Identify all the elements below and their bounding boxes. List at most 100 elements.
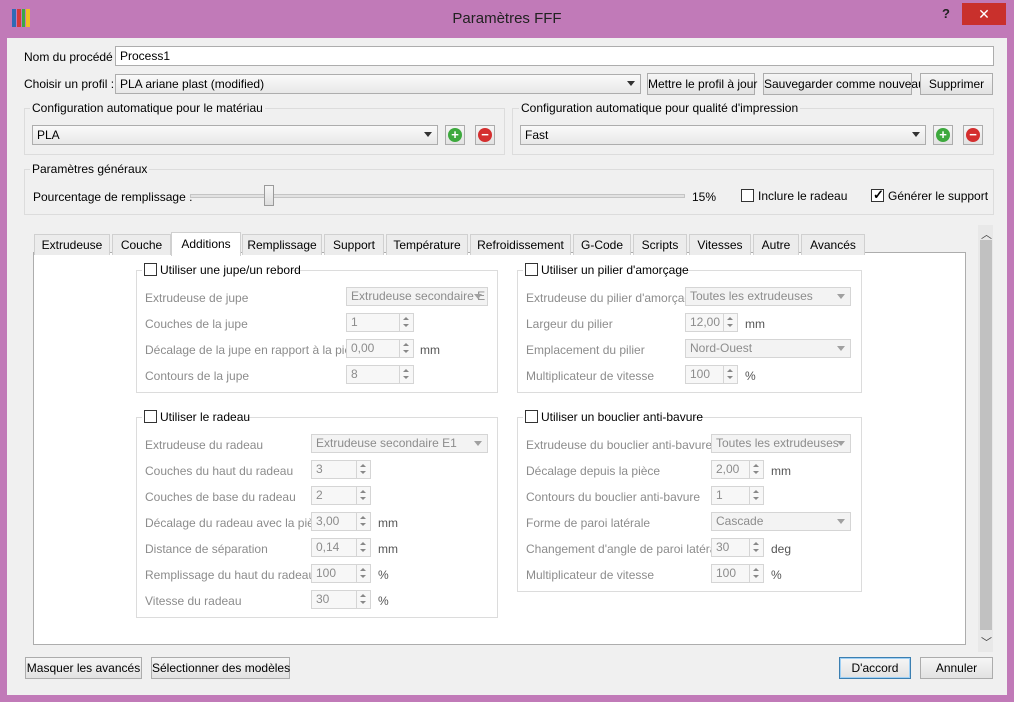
- tab-scripts[interactable]: Scripts: [633, 234, 687, 255]
- skirt-checkbox[interactable]: [144, 263, 157, 276]
- ooze-wall-shape-select[interactable]: Cascade: [711, 512, 851, 531]
- raft-top-layers-value: 3: [316, 462, 323, 476]
- raft-top-infill-label: Remplissage du haut du radeau: [145, 568, 316, 582]
- infill-value: 15%: [692, 190, 717, 204]
- tab-avances[interactable]: Avancés: [801, 234, 865, 255]
- add-quality-button[interactable]: +: [933, 125, 953, 145]
- spin-arrows-icon[interactable]: [723, 366, 737, 383]
- quality-select[interactable]: Fast: [520, 125, 926, 145]
- cancel-button[interactable]: Annuler: [920, 657, 993, 679]
- ooze-extruder-select[interactable]: Toutes les extrudeuses: [711, 434, 851, 453]
- skirt-offset-value: 0,00: [351, 341, 375, 355]
- spin-arrows-icon[interactable]: [749, 461, 763, 478]
- raft-offset-value: 3,00: [316, 514, 340, 528]
- tab-support[interactable]: Support: [324, 234, 384, 255]
- hide-advanced-button[interactable]: Masquer les avancés: [25, 657, 142, 679]
- raft-top-layers-spinbox[interactable]: 3: [311, 460, 371, 479]
- add-material-button[interactable]: +: [445, 125, 465, 145]
- material-select[interactable]: PLA: [32, 125, 438, 145]
- raft-base-layers-spinbox[interactable]: 2: [311, 486, 371, 505]
- tab-extrudeuse[interactable]: Extrudeuse: [34, 234, 110, 255]
- spin-arrows-icon[interactable]: [749, 487, 763, 504]
- profile-select[interactable]: PLA ariane plast (modified): [115, 74, 641, 94]
- ooze-speed-spinbox[interactable]: 100: [711, 564, 764, 583]
- skirt-offset-spinbox[interactable]: 0,00: [346, 339, 414, 358]
- raft-checkbox-label: Inclure le radeau: [758, 189, 848, 203]
- chevron-down-icon: [837, 294, 845, 299]
- spin-arrows-icon[interactable]: [723, 314, 737, 331]
- spin-arrows-icon[interactable]: [399, 340, 413, 357]
- close-button[interactable]: ✕: [962, 3, 1006, 25]
- skirt-extruder-select[interactable]: Extrudeuse secondaire E: [346, 287, 488, 306]
- update-profile-button[interactable]: Mettre le profil à jour: [647, 73, 757, 95]
- raft-use-checkbox[interactable]: [144, 410, 157, 423]
- raft-offset-unit: mm: [378, 516, 398, 530]
- support-checkbox[interactable]: [871, 187, 884, 203]
- prime-width-value: 12,00: [690, 315, 721, 329]
- raft-top-layers-label: Couches du haut du radeau: [145, 464, 294, 478]
- ooze-outlines-label: Contours du bouclier anti-bavure: [526, 490, 701, 504]
- raft-separation-spinbox[interactable]: 0,14: [311, 538, 371, 557]
- minus-icon: −: [966, 128, 980, 142]
- ooze-offset-value: 2,00: [716, 462, 740, 476]
- tab-vitesses[interactable]: Vitesses: [689, 234, 751, 255]
- skirt-layers-spinbox[interactable]: 1: [346, 313, 414, 332]
- help-button[interactable]: ?: [932, 5, 960, 23]
- spin-arrows-icon[interactable]: [356, 539, 370, 556]
- plus-icon: +: [936, 128, 950, 142]
- prime-speed-label: Multiplicateur de vitesse: [526, 369, 655, 383]
- raft-checkbox[interactable]: [741, 189, 754, 202]
- ooze-offset-spinbox[interactable]: 2,00: [711, 460, 764, 479]
- chevron-down-icon: [912, 132, 920, 137]
- spin-arrows-icon[interactable]: [749, 565, 763, 582]
- prime-width-label: Largeur du pilier: [526, 317, 613, 331]
- process-name-input[interactable]: Process1: [115, 46, 994, 66]
- skirt-outlines-spinbox[interactable]: 8: [346, 365, 414, 384]
- tab-autre[interactable]: Autre: [753, 234, 799, 255]
- raft-base-layers-label: Couches de base du radeau: [145, 490, 296, 504]
- chevron-down-icon: [837, 519, 845, 524]
- raft-offset-spinbox[interactable]: 3,00: [311, 512, 371, 531]
- ooze-angle-spinbox[interactable]: 30: [711, 538, 764, 557]
- spin-arrows-icon[interactable]: [399, 314, 413, 331]
- raft-speed-spinbox[interactable]: 30: [311, 590, 371, 609]
- remove-material-button[interactable]: −: [475, 125, 495, 145]
- tab-refroidissement[interactable]: Refroidissement: [470, 234, 571, 255]
- prime-location-select[interactable]: Nord-Ouest: [685, 339, 851, 358]
- tab-gcode[interactable]: G-Code: [573, 234, 631, 255]
- raft-speed-unit: %: [378, 594, 389, 608]
- prime-width-spinbox[interactable]: 12,00: [685, 313, 738, 332]
- ooze-shield-checkbox[interactable]: [525, 410, 538, 423]
- select-models-button[interactable]: Sélectionner des modèles: [151, 657, 290, 679]
- raft-offset-label: Décalage du radeau avec la pièce: [145, 516, 327, 530]
- ok-button[interactable]: D'accord: [839, 657, 911, 679]
- prime-pillar-checkbox[interactable]: [525, 263, 538, 276]
- tab-additions[interactable]: Additions: [171, 232, 241, 256]
- infill-slider-handle[interactable]: [264, 185, 274, 206]
- tab-temperature[interactable]: Température: [386, 234, 468, 255]
- spin-arrows-icon[interactable]: [356, 565, 370, 582]
- delete-profile-button[interactable]: Supprimer: [920, 73, 993, 95]
- spin-arrows-icon[interactable]: [356, 487, 370, 504]
- ooze-offset-unit: mm: [771, 464, 791, 478]
- spin-arrows-icon[interactable]: [356, 591, 370, 608]
- spin-arrows-icon[interactable]: [399, 366, 413, 383]
- prime-extruder-select[interactable]: Toutes les extrudeuses: [685, 287, 851, 306]
- ooze-extruder-label: Extrudeuse du bouclier anti-bavure: [526, 438, 713, 452]
- scroll-down-icon[interactable]: ﹀: [981, 634, 992, 650]
- prime-speed-spinbox[interactable]: 100: [685, 365, 738, 384]
- profile-select-value: PLA ariane plast (modified): [120, 77, 265, 91]
- spin-arrows-icon[interactable]: [749, 539, 763, 556]
- tab-couche[interactable]: Couche: [112, 234, 171, 255]
- spin-arrows-icon[interactable]: [356, 461, 370, 478]
- prime-location-label: Emplacement du pilier: [526, 343, 645, 357]
- scrollbar-thumb[interactable]: [980, 240, 992, 630]
- spin-arrows-icon[interactable]: [356, 513, 370, 530]
- raft-top-infill-spinbox[interactable]: 100: [311, 564, 371, 583]
- remove-quality-button[interactable]: −: [963, 125, 983, 145]
- save-as-new-button[interactable]: Sauvegarder comme nouveau: [763, 73, 925, 95]
- tab-remplissage[interactable]: Remplissage: [242, 234, 322, 255]
- raft-extruder-label: Extrudeuse du radeau: [145, 438, 264, 452]
- ooze-outlines-spinbox[interactable]: 1: [711, 486, 764, 505]
- raft-extruder-select[interactable]: Extrudeuse secondaire E1: [311, 434, 488, 453]
